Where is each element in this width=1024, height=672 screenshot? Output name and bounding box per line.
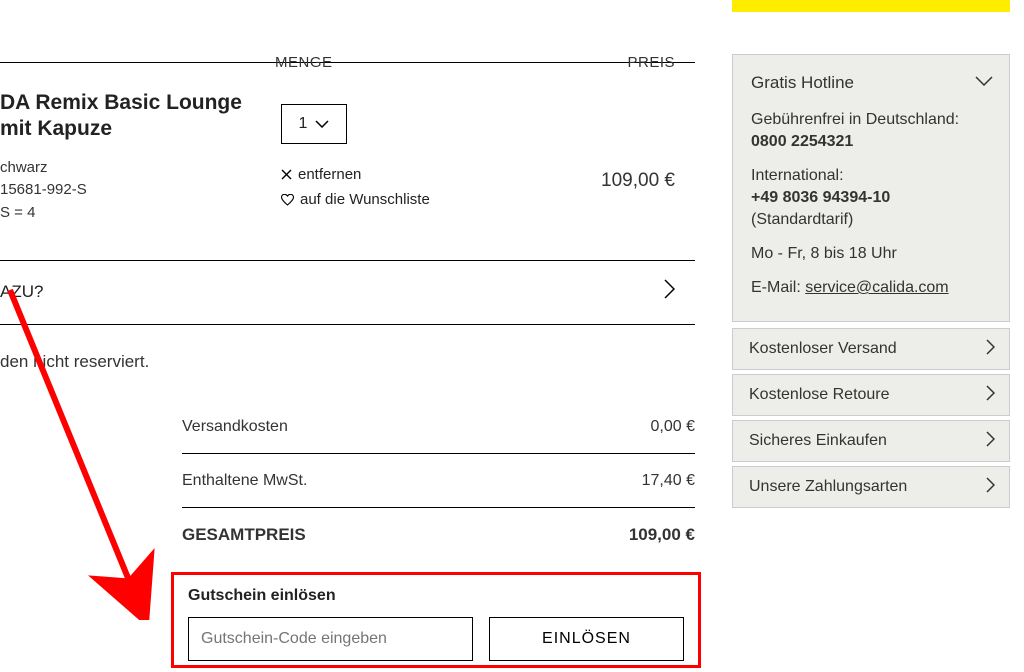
item-actions: entfernen auf die Wunschliste xyxy=(281,166,430,216)
coupon-input[interactable] xyxy=(188,617,473,661)
quantity-select[interactable]: 1 xyxy=(281,104,347,144)
coupon-box: Gutschein einlösen EINLÖSEN xyxy=(171,572,701,668)
sidebar: Gratis Hotline Gebührenfrei in Deutschla… xyxy=(732,54,1010,508)
chevron-right-icon xyxy=(664,279,675,305)
order-summary: Versandkosten 0,00 € Enthaltene MwSt. 17… xyxy=(182,400,695,562)
chevron-right-icon xyxy=(986,339,995,360)
hotline-de-phone: 0800 2254321 xyxy=(751,133,853,150)
header-quantity: MENGE xyxy=(275,54,333,71)
sidebar-link-label: Unsere Zahlungsarten xyxy=(749,478,907,496)
coupon-apply-button[interactable]: EINLÖSEN xyxy=(489,617,684,661)
total-label: GESAMTPREIS xyxy=(182,525,306,545)
total-value: 109,00 € xyxy=(629,525,695,545)
product-title-line2: mit Kapuze xyxy=(0,117,112,140)
item-price: 109,00 € xyxy=(601,170,675,192)
quantity-value: 1 xyxy=(299,115,308,133)
hotline-email-link[interactable]: service@calida.com xyxy=(805,279,948,296)
chevron-down-icon xyxy=(315,120,329,128)
sidebar-link-payments[interactable]: Unsere Zahlungsarten xyxy=(732,466,1010,508)
summary-shipping: Versandkosten 0,00 € xyxy=(182,400,695,454)
chevron-right-icon xyxy=(986,477,995,498)
remove-item[interactable]: entfernen xyxy=(281,166,430,183)
hotline-box: Gratis Hotline Gebührenfrei in Deutschla… xyxy=(732,54,1010,322)
sidebar-link-label: Kostenlose Retoure xyxy=(749,386,890,404)
reservation-note: den nicht reserviert. xyxy=(0,352,149,372)
chevron-right-icon xyxy=(986,431,995,452)
heart-icon xyxy=(281,194,294,206)
sidebar-link-secure[interactable]: Sicheres Einkaufen xyxy=(732,420,1010,462)
tax-label: Enthaltene MwSt. xyxy=(182,472,307,490)
sidebar-link-returns[interactable]: Kostenlose Retoure xyxy=(732,374,1010,416)
product-title-line1: DA Remix Basic Lounge xyxy=(0,91,242,114)
remove-label: entfernen xyxy=(298,166,361,183)
hotline-intl-phone: +49 8036 94394-10 xyxy=(751,189,890,206)
hotline-hours: Mo - Fr, 8 bis 18 Uhr xyxy=(751,245,991,263)
shipping-value: 0,00 € xyxy=(651,418,695,436)
suggestion-row[interactable]: AZU? xyxy=(0,260,695,325)
sidebar-link-shipping[interactable]: Kostenloser Versand xyxy=(732,328,1010,370)
yellow-divider xyxy=(732,0,1010,12)
hotline-email-label: E-Mail: xyxy=(751,279,805,296)
chevron-right-icon xyxy=(986,385,995,406)
annotation-arrow xyxy=(0,280,180,620)
summary-total: GESAMTPREIS 109,00 € xyxy=(182,508,695,562)
hotline-intl-label: International: xyxy=(751,167,991,185)
sidebar-link-label: Sicheres Einkaufen xyxy=(749,432,887,450)
sidebar-link-label: Kostenloser Versand xyxy=(749,340,897,358)
cart-item-row: DA Remix Basic Lounge mit Kapuze chwarz … xyxy=(0,90,695,255)
add-wishlist[interactable]: auf die Wunschliste xyxy=(281,191,430,208)
coupon-title: Gutschein einlösen xyxy=(188,587,684,605)
suggestion-label: AZU? xyxy=(0,282,43,302)
tax-value: 17,40 € xyxy=(642,472,695,490)
shipping-label: Versandkosten xyxy=(182,418,288,436)
hotline-de-label: Gebührenfrei in Deutschland: xyxy=(751,111,991,129)
hotline-intl-note: (Standardtarif) xyxy=(751,211,991,229)
chevron-down-icon[interactable] xyxy=(975,73,993,91)
wishlist-label: auf die Wunschliste xyxy=(300,191,430,208)
cart-header-row: MENGE PREIS xyxy=(0,54,695,63)
hotline-title: Gratis Hotline xyxy=(751,73,991,93)
summary-tax: Enthaltene MwSt. 17,40 € xyxy=(182,454,695,508)
product-title: DA Remix Basic Lounge mit Kapuze xyxy=(0,90,695,143)
close-icon xyxy=(281,169,292,180)
sidebar-links: Kostenloser Versand Kostenlose Retoure S… xyxy=(732,328,1010,508)
header-price: PREIS xyxy=(627,54,675,71)
